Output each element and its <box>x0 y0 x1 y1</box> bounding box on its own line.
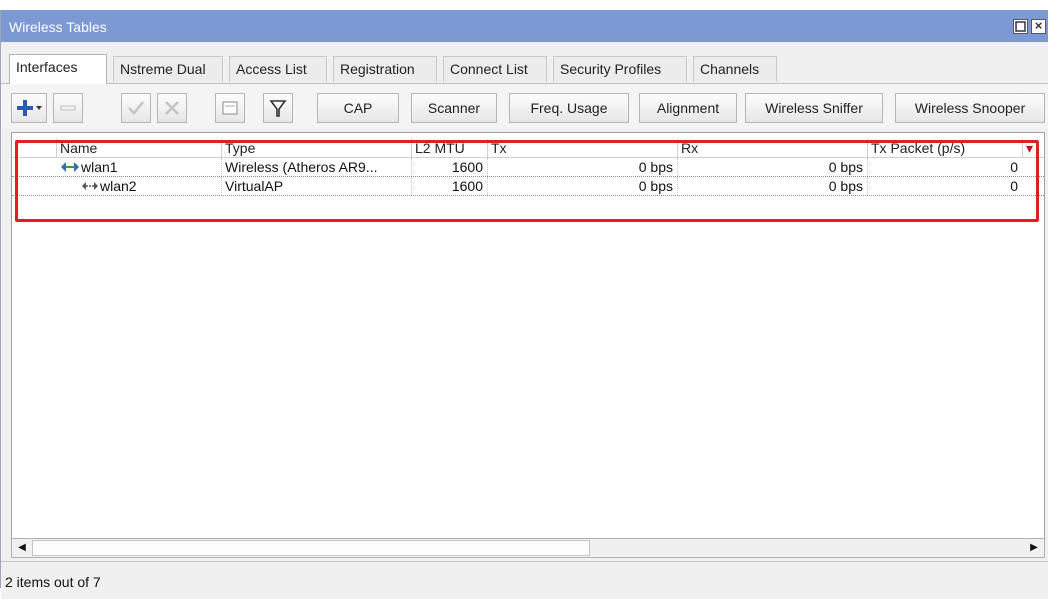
wireless-snooper-button[interactable]: Wireless Snooper <box>895 93 1045 123</box>
window-title: Wireless Tables <box>9 19 107 35</box>
red-highlight-box <box>15 140 1039 222</box>
tab-access-list[interactable]: Access List <box>229 56 327 82</box>
minus-icon <box>60 105 76 111</box>
horizontal-scrollbar[interactable]: ◀ ▶ <box>11 538 1045 558</box>
filter-button[interactable] <box>263 93 293 123</box>
x-icon <box>165 101 179 115</box>
tab-bar: Interfaces Nstreme Dual Access List Regi… <box>1 54 1048 84</box>
wireless-tables-window: Wireless Tables × Interfaces Nstreme Dua… <box>0 10 1048 599</box>
add-button[interactable] <box>11 93 47 123</box>
scrollbar-thumb[interactable] <box>32 540 590 556</box>
comment-button[interactable] <box>215 93 245 123</box>
wireless-sniffer-button[interactable]: Wireless Sniffer <box>745 93 883 123</box>
alignment-button[interactable]: Alignment <box>639 93 737 123</box>
maximize-icon[interactable] <box>1013 19 1028 34</box>
disable-button[interactable] <box>157 93 187 123</box>
tab-security-profiles[interactable]: Security Profiles <box>553 56 687 82</box>
note-icon <box>222 101 238 115</box>
enable-button[interactable] <box>121 93 151 123</box>
tab-registration[interactable]: Registration <box>333 56 437 82</box>
tab-channels[interactable]: Channels <box>693 56 777 82</box>
remove-button[interactable] <box>53 93 83 123</box>
status-bar: 2 items out of 7 <box>1 561 1048 599</box>
toolbar: CAP Scanner Freq. Usage Alignment Wirele… <box>1 83 1048 128</box>
check-icon <box>128 101 144 115</box>
scanner-button[interactable]: Scanner <box>411 93 497 123</box>
scroll-right-icon[interactable]: ▶ <box>1025 540 1043 556</box>
filter-icon <box>269 100 287 117</box>
scroll-left-icon[interactable]: ◀ <box>13 540 31 556</box>
close-icon[interactable]: × <box>1031 19 1046 34</box>
freq-usage-button[interactable]: Freq. Usage <box>509 93 629 123</box>
tab-connect-list[interactable]: Connect List <box>443 56 547 82</box>
title-bar[interactable]: Wireless Tables × <box>1 10 1048 42</box>
cap-button[interactable]: CAP <box>317 93 399 123</box>
tab-interfaces[interactable]: Interfaces <box>9 54 107 84</box>
tab-nstreme-dual[interactable]: Nstreme Dual <box>113 56 223 82</box>
plus-icon <box>17 100 42 116</box>
